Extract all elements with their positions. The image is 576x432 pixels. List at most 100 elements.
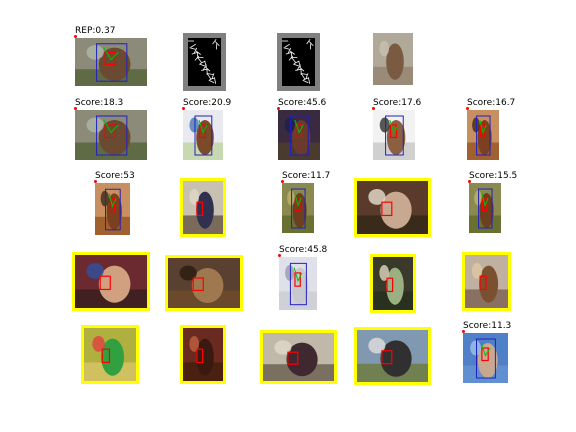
result-cell: REP:0.37 bbox=[74, 26, 147, 86]
result-cell bbox=[180, 325, 226, 384]
image-detail bbox=[189, 117, 199, 133]
score-label: Score:11.7 bbox=[282, 171, 331, 181]
score-label: Score:11.3 bbox=[463, 321, 512, 331]
result-cell bbox=[277, 33, 320, 91]
result-cell bbox=[373, 33, 413, 85]
origin-marker bbox=[74, 35, 77, 38]
origin-marker bbox=[278, 254, 281, 257]
thumbnail-image bbox=[75, 38, 147, 86]
thumbnail-image bbox=[183, 110, 223, 160]
score-label: Score:18.3 bbox=[75, 98, 124, 108]
detection-thumbnail bbox=[95, 183, 130, 235]
thumbnail-image bbox=[463, 333, 508, 383]
false-positive-thumbnail bbox=[260, 330, 337, 384]
detection-thumbnail bbox=[373, 110, 415, 160]
hog-stroke bbox=[197, 56, 204, 59]
detection-thumbnail bbox=[463, 333, 508, 383]
result-cell bbox=[183, 33, 226, 91]
score-label: Score:45.8 bbox=[279, 245, 328, 255]
thumbnail-image bbox=[465, 255, 508, 308]
thumbnail-image bbox=[469, 183, 501, 233]
thumbnail-image bbox=[263, 333, 334, 381]
origin-marker bbox=[466, 107, 469, 110]
thumbnail-image bbox=[279, 257, 317, 310]
thumbnail-image bbox=[373, 257, 413, 310]
score-label: Score:16.7 bbox=[467, 98, 516, 108]
detection-thumbnail bbox=[467, 110, 499, 160]
origin-marker bbox=[182, 107, 185, 110]
image-detail bbox=[379, 117, 390, 133]
thumbnail-image bbox=[373, 33, 413, 85]
score-label: Score:15.5 bbox=[469, 171, 518, 181]
score-label: Score:17.6 bbox=[373, 98, 422, 108]
detection-thumbnail bbox=[75, 38, 147, 86]
image-detail bbox=[287, 190, 295, 206]
score-label: Score:20.9 bbox=[183, 98, 232, 108]
thumbnail-image bbox=[183, 328, 223, 381]
thumbnail-image bbox=[373, 110, 415, 160]
origin-marker bbox=[94, 180, 97, 183]
image-detail bbox=[86, 45, 104, 60]
thumbnail-image bbox=[357, 181, 428, 234]
origin-marker bbox=[372, 107, 375, 110]
thumbnail-image bbox=[183, 33, 226, 91]
image-detail bbox=[100, 190, 109, 207]
result-cell bbox=[354, 327, 431, 385]
result-cell bbox=[180, 178, 226, 237]
result-cell: Score:45.8 bbox=[278, 245, 327, 310]
false-positive-thumbnail bbox=[462, 252, 511, 311]
result-cell bbox=[354, 178, 431, 237]
detection-thumbnail bbox=[469, 183, 501, 233]
thumbnail-image bbox=[467, 110, 499, 160]
score-label: REP:0.37 bbox=[75, 26, 116, 36]
image-detail bbox=[284, 117, 295, 133]
hog-stroke bbox=[291, 56, 298, 59]
thumbnail-image bbox=[282, 183, 314, 233]
score-label: Score:53 bbox=[95, 171, 135, 181]
score-label: Score:45.6 bbox=[278, 98, 327, 108]
result-cell bbox=[165, 255, 243, 311]
result-cell bbox=[72, 252, 150, 311]
false-positive-thumbnail bbox=[354, 327, 431, 385]
image-detail bbox=[86, 117, 104, 133]
origin-marker bbox=[468, 180, 471, 183]
thumbnail-image bbox=[278, 110, 320, 160]
image-detail bbox=[474, 190, 482, 206]
result-cell bbox=[370, 254, 416, 313]
thumbnail-image bbox=[183, 181, 223, 234]
origin-marker bbox=[74, 107, 77, 110]
origin-marker bbox=[462, 330, 465, 333]
image-detail bbox=[470, 340, 481, 356]
result-cell: Score:53 bbox=[94, 171, 135, 235]
false-positive-thumbnail bbox=[165, 255, 243, 311]
thumbnail-image bbox=[95, 183, 130, 235]
detection-thumbnail bbox=[282, 183, 314, 233]
thumbnail-image bbox=[277, 33, 320, 91]
origin-marker bbox=[277, 107, 280, 110]
result-cell: Score:18.3 bbox=[74, 98, 147, 160]
result-cell bbox=[462, 252, 511, 311]
result-cell bbox=[260, 330, 337, 384]
detection-thumbnail bbox=[277, 33, 320, 91]
false-positive-thumbnail bbox=[370, 254, 416, 313]
detection-results-figure: REP:0.37 Score:18.3 Score:20.9 Score:45.6 Sc… bbox=[0, 0, 576, 432]
detection-thumbnail bbox=[183, 110, 223, 160]
image-detail bbox=[472, 117, 480, 133]
result-cell: Score:16.7 bbox=[466, 98, 515, 160]
image-detail bbox=[379, 40, 389, 57]
detection-thumbnail bbox=[279, 257, 317, 310]
result-cell: Score:15.5 bbox=[468, 171, 517, 233]
false-positive-thumbnail bbox=[180, 178, 226, 237]
image-detail bbox=[285, 264, 295, 281]
thumbnail-image bbox=[168, 258, 240, 308]
result-cell: Score:45.6 bbox=[277, 98, 326, 160]
false-positive-thumbnail bbox=[81, 325, 139, 384]
thumbnail-image bbox=[75, 110, 147, 160]
thumbnail-image bbox=[75, 255, 147, 308]
result-cell: Score:17.6 bbox=[372, 98, 421, 160]
false-positive-thumbnail bbox=[72, 252, 150, 311]
detection-thumbnail bbox=[183, 33, 226, 91]
result-cell: Score:11.7 bbox=[281, 171, 330, 233]
false-positive-thumbnail bbox=[180, 325, 226, 384]
result-cell: Score:20.9 bbox=[182, 98, 231, 160]
